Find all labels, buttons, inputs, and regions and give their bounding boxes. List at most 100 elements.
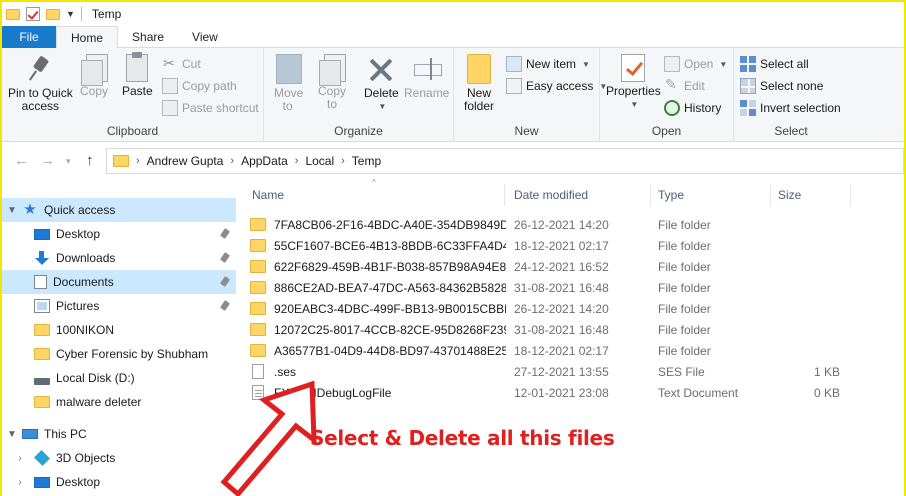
table-row[interactable]: 55CF1607-BCE6-4B13-8BDB-6C33FFA4D4... 18… [250,235,860,256]
properties-dropdown-icon[interactable]: ▼ [630,98,638,111]
properties-check-icon[interactable] [26,7,40,21]
sidebar-item-desktop[interactable]: Desktop [2,222,236,246]
customize-toolbar-dropdown-icon[interactable]: ▼ [66,9,75,19]
tab-home[interactable]: Home [56,26,119,49]
sidebar-item-pictures[interactable]: Pictures [2,294,236,318]
sidebar-item-label: Local Disk (D:) [56,371,135,385]
copy-to-button[interactable]: Copy to [318,54,346,111]
column-divider[interactable] [504,184,505,206]
rename-button[interactable]: Rename [404,54,449,100]
new-item-button[interactable]: New item ▼ [506,54,590,74]
folder-icon [250,260,266,273]
pin-icon[interactable] [219,276,231,287]
chevron-right-icon[interactable]: › [10,453,30,464]
sidebar-item-this-pc[interactable]: ▼ This PC [2,422,236,446]
properties-button[interactable]: Properties ▼ [606,54,661,111]
tab-file[interactable]: File [2,26,56,48]
file-type: File folder [658,343,711,358]
sidebar-item-downloads[interactable]: Downloads [2,246,236,270]
open-group: Properties ▼ Open ▼ Edit History Open [600,48,734,142]
pin-to-quick-access-button[interactable]: Pin to Quick access [8,54,73,113]
file-date: 24-12-2021 16:52 [514,259,609,274]
table-row[interactable]: 12072C25-8017-4CCB-82CE-95D8268F2393 31-… [250,319,860,340]
column-header-size[interactable]: Size [778,188,801,202]
sidebar-item-100nikon[interactable]: 100NIKON [2,318,236,342]
column-divider[interactable] [850,184,851,206]
table-row[interactable]: FXSAPIDebugLogFile 12-01-2021 23:08 Text… [250,382,860,403]
file-name: 12072C25-8017-4CCB-82CE-95D8268F2393 [274,322,506,337]
disk-icon [34,377,50,385]
breadcrumb-appdata[interactable]: AppData [241,154,288,168]
sidebar-item-malware-deleter[interactable]: malware deleter [2,390,236,414]
invert-selection-icon [740,100,756,116]
select-none-icon [740,78,756,94]
select-none-button[interactable]: Select none [740,76,823,96]
sidebar-item-local-disk-d[interactable]: Local Disk (D:) [2,366,236,390]
table-row[interactable]: A36577B1-04D9-44D8-BD97-43701488E25A 18-… [250,340,860,361]
pin-icon[interactable] [219,228,231,239]
chevron-down-icon[interactable]: ▼ [2,429,22,440]
chevron-right-icon[interactable]: › [341,155,345,167]
chevron-right-icon[interactable]: › [230,155,234,167]
chevron-right-icon[interactable]: › [10,477,30,488]
cut-label: Cut [182,57,201,71]
easy-access-button[interactable]: Easy access ▼ [506,76,607,96]
table-row[interactable]: 622F6829-459B-4B1F-B038-857B98A94E88 24-… [250,256,860,277]
pin-icon [25,54,55,84]
new-item-dropdown-icon: ▼ [582,59,590,69]
cut-button[interactable]: Cut [162,54,201,74]
pin-icon[interactable] [219,252,231,263]
delete-dropdown-icon[interactable]: ▼ [378,100,386,113]
table-row[interactable]: 920EABC3-4DBC-499F-BB13-9B0015CBBF... 26… [250,298,860,319]
address-bar[interactable]: › Andrew Gupta › AppData › Local › Temp [106,148,904,174]
paste-button[interactable]: Paste [122,52,153,98]
new-folder-icon[interactable] [46,8,60,20]
sidebar-item-quick-access[interactable]: ▼ ★ Quick access [2,198,236,222]
tab-view[interactable]: View [178,26,232,48]
paste-shortcut-label: Paste shortcut [182,101,259,115]
back-arrow-icon[interactable]: ← [14,152,29,169]
edit-button[interactable]: Edit [664,76,705,96]
invert-selection-label: Invert selection [760,101,841,115]
up-arrow-icon[interactable]: ↑ [86,152,94,169]
sidebar-item-documents[interactable]: Documents [2,270,236,294]
column-divider[interactable] [650,184,651,206]
copy-path-button[interactable]: Copy path [162,76,237,96]
copy-button[interactable]: Copy [80,54,108,98]
sidebar-item-cyber-forensic[interactable]: Cyber Forensic by Shubham [2,342,236,366]
sidebar-item-pc-desktop[interactable]: › Desktop [2,470,236,494]
column-header-type[interactable]: Type [658,188,684,202]
breadcrumb-andrew-gupta[interactable]: Andrew Gupta [147,154,224,168]
chevron-down-icon[interactable]: ▼ [2,205,22,216]
new-group-label: New [514,124,539,138]
delete-button[interactable]: Delete ▼ [364,54,399,113]
chevron-right-icon[interactable]: › [295,155,299,167]
pin-icon[interactable] [219,300,231,311]
breadcrumb-temp[interactable]: Temp [352,154,381,168]
column-header-name[interactable]: Name [252,188,284,202]
tab-share[interactable]: Share [118,26,178,48]
chevron-right-icon[interactable]: › [136,155,140,167]
open-button[interactable]: Open ▼ [664,54,727,74]
column-header-date[interactable]: Date modified [514,188,588,202]
recent-locations-chevron-icon[interactable]: ▾ [66,156,71,167]
column-divider[interactable] [770,184,771,206]
breadcrumb-local[interactable]: Local [305,154,334,168]
desktop-icon [34,228,50,240]
table-row[interactable]: 7FA8CB06-2F16-4BDC-A40E-354DB9849D... 26… [250,214,860,235]
new-folder-icon [467,54,492,84]
table-row[interactable]: .ses 27-12-2021 13:55 SES File 1 KB [250,361,860,382]
select-all-button[interactable]: Select all [740,54,809,74]
invert-selection-button[interactable]: Invert selection [740,98,841,118]
move-to-button[interactable]: Move to [274,54,303,114]
table-row[interactable]: 886CE2AD-BEA7-47DC-A563-84362B5828... 31… [250,277,860,298]
new-group: New folder New item ▼ Easy access ▼ New [454,48,607,142]
sidebar-item-3d-objects[interactable]: › 3D Objects [2,446,236,470]
file-type: File folder [658,217,711,232]
open-icon [664,56,680,72]
history-button[interactable]: History [664,98,721,118]
rename-label: Rename [404,86,450,100]
new-folder-button[interactable]: New folder [464,54,494,113]
paste-shortcut-button[interactable]: Paste shortcut [162,98,259,118]
forward-arrow-icon[interactable]: → [40,152,55,169]
